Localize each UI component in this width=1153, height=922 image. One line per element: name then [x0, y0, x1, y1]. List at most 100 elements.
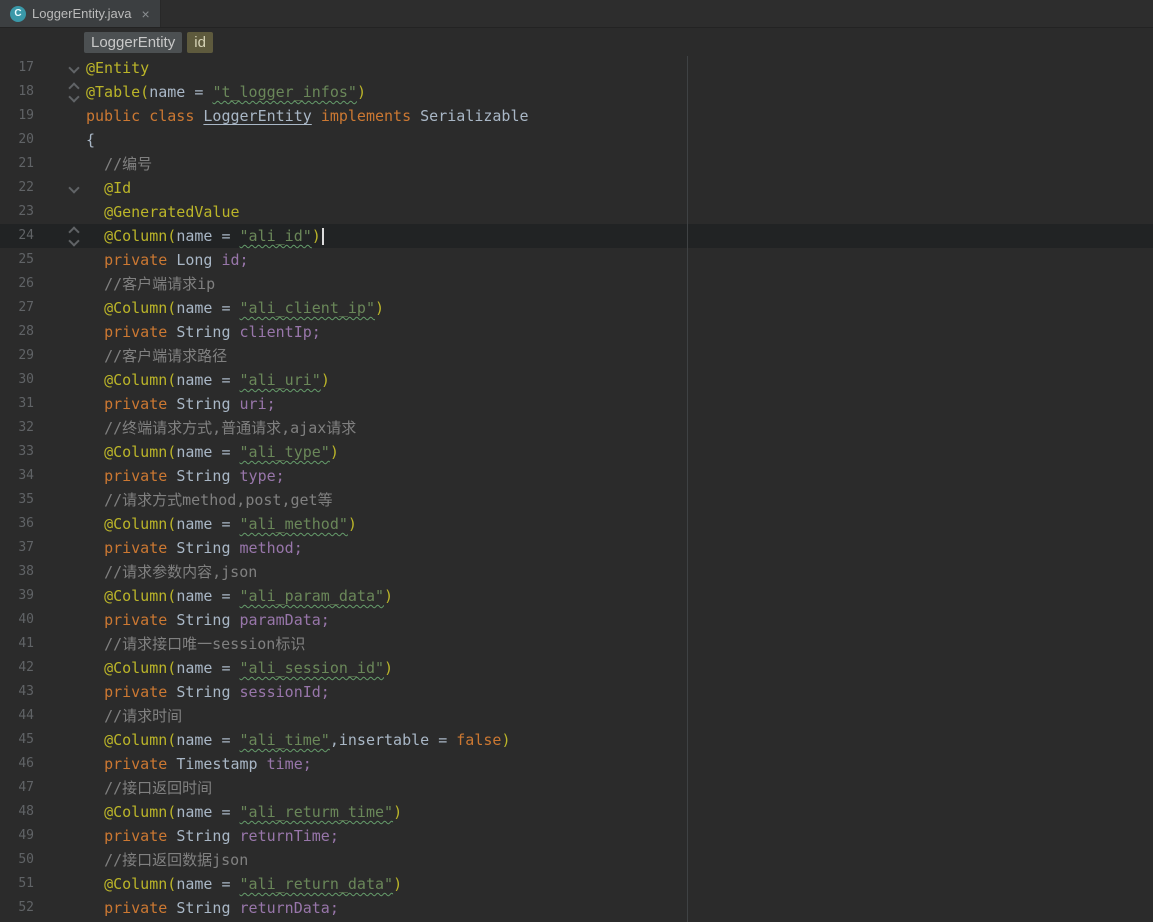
token-field: sessionId;	[239, 683, 330, 701]
fold-gutter	[34, 176, 86, 200]
code-line[interactable]: 45 @Column(name = "ali_time",insertable …	[0, 728, 1153, 752]
breadcrumb-member[interactable]: id	[187, 31, 213, 53]
tab-loggerentity-java[interactable]: C LoggerEntity.java ×	[0, 0, 161, 27]
code-line[interactable]: 35 //请求方式method,post,get等	[0, 488, 1153, 512]
code-line[interactable]: 32 //终端请求方式,普通请求,ajax请求	[0, 416, 1153, 440]
code-line[interactable]: 19 public class LoggerEntity implements S…	[0, 104, 1153, 128]
tab-close-icon[interactable]: ×	[142, 6, 150, 22]
line-number[interactable]: 23	[0, 200, 34, 224]
line-number[interactable]: 20	[0, 128, 34, 152]
line-number[interactable]: 27	[0, 296, 34, 320]
code-line[interactable]: 39 @Column(name = "ali_param_data")	[0, 584, 1153, 608]
code-line[interactable]: 42 @Column(name = "ali_session_id")	[0, 656, 1153, 680]
code-line[interactable]: 25 private Long id;	[0, 248, 1153, 272]
code-line[interactable]: 24 @Column(name = "ali_id")	[0, 224, 1153, 248]
code-line[interactable]: 18 @Table(name = "t_logger_infos")	[0, 80, 1153, 104]
line-number[interactable]: 44	[0, 704, 34, 728]
code-line[interactable]: 44 //请求时间	[0, 704, 1153, 728]
code-text: //接口返回时间	[86, 776, 212, 800]
line-number[interactable]: 41	[0, 632, 34, 656]
code-line[interactable]: 17 @Entity	[0, 56, 1153, 80]
code-text: private String sessionId;	[86, 680, 330, 704]
code-line[interactable]: 34 private String type;	[0, 464, 1153, 488]
code-line[interactable]: 27 @Column(name = "ali_client_ip")	[0, 296, 1153, 320]
line-number[interactable]: 47	[0, 776, 34, 800]
fold-range-icon[interactable]	[68, 81, 80, 103]
token-cmt: //请求参数内容,json	[104, 563, 258, 581]
code-line[interactable]: 37 private String method;	[0, 536, 1153, 560]
line-number[interactable]: 26	[0, 272, 34, 296]
line-number[interactable]: 37	[0, 536, 34, 560]
code-text: //终端请求方式,普通请求,ajax请求	[86, 416, 356, 440]
token-ann: )	[375, 299, 385, 317]
line-number[interactable]: 36	[0, 512, 34, 536]
code-line[interactable]: 38 //请求参数内容,json	[0, 560, 1153, 584]
line-number[interactable]: 30	[0, 368, 34, 392]
line-number[interactable]: 46	[0, 752, 34, 776]
line-number[interactable]: 31	[0, 392, 34, 416]
line-number[interactable]: 34	[0, 464, 34, 488]
fold-gutter	[34, 824, 86, 848]
code-line[interactable]: 26 //客户端请求ip	[0, 272, 1153, 296]
code-line[interactable]: 50 //接口返回数据json	[0, 848, 1153, 872]
line-number[interactable]: 49	[0, 824, 34, 848]
line-number[interactable]: 52	[0, 896, 34, 920]
code-line[interactable]: 28 private String clientIp;	[0, 320, 1153, 344]
line-number[interactable]: 43	[0, 680, 34, 704]
code-line[interactable]: 30 @Column(name = "ali_uri")	[0, 368, 1153, 392]
line-number[interactable]: 33	[0, 440, 34, 464]
code-line[interactable]: 23 @GeneratedValue	[0, 200, 1153, 224]
fold-range-icon[interactable]	[68, 225, 80, 247]
line-number[interactable]: 48	[0, 800, 34, 824]
line-number[interactable]: 50	[0, 848, 34, 872]
code-line[interactable]: 51 @Column(name = "ali_return_data")	[0, 872, 1153, 896]
code-line[interactable]: 52 private String returnData;	[0, 896, 1153, 920]
code-area[interactable]: 17 @Entity 18 @Table(name = "t_logger_infos…	[0, 56, 1153, 920]
fold-gutter	[34, 728, 86, 752]
line-number[interactable]: 21	[0, 152, 34, 176]
line-number[interactable]: 39	[0, 584, 34, 608]
fold-gutter	[34, 896, 86, 920]
line-number[interactable]: 32	[0, 416, 34, 440]
line-number[interactable]: 35	[0, 488, 34, 512]
code-line[interactable]: 43 private String sessionId;	[0, 680, 1153, 704]
line-number[interactable]: 18	[0, 80, 34, 104]
code-line[interactable]: 21 //编号	[0, 152, 1153, 176]
code-line[interactable]: 48 @Column(name = "ali_returm_time")	[0, 800, 1153, 824]
code-line[interactable]: 22 @Id	[0, 176, 1153, 200]
fold-gutter	[34, 608, 86, 632]
code-line[interactable]: 33 @Column(name = "ali_type")	[0, 440, 1153, 464]
fold-gutter	[34, 872, 86, 896]
token-ann: )	[384, 587, 394, 605]
code-editor[interactable]: 17 @Entity 18 @Table(name = "t_logger_infos…	[0, 56, 1153, 922]
breadcrumb-class[interactable]: LoggerEntity	[84, 31, 183, 53]
line-number[interactable]: 38	[0, 560, 34, 584]
token-kw: private	[104, 755, 177, 773]
line-number[interactable]: 25	[0, 248, 34, 272]
line-number[interactable]: 45	[0, 728, 34, 752]
line-number[interactable]: 51	[0, 872, 34, 896]
line-number[interactable]: 28	[0, 320, 34, 344]
fold-gutter	[34, 368, 86, 392]
line-number[interactable]: 19	[0, 104, 34, 128]
code-line[interactable]: 31 private String uri;	[0, 392, 1153, 416]
line-number[interactable]: 24	[0, 224, 34, 248]
code-line[interactable]: 49 private String returnTime;	[0, 824, 1153, 848]
code-line[interactable]: 40 private String paramData;	[0, 608, 1153, 632]
token-plain: String	[176, 467, 240, 485]
code-line[interactable]: 29 //客户端请求路径	[0, 344, 1153, 368]
line-number[interactable]: 40	[0, 608, 34, 632]
fold-expand-icon[interactable]	[68, 62, 80, 74]
line-number[interactable]: 17	[0, 56, 34, 80]
token-str: "ali_client_ip"	[239, 299, 375, 317]
line-number[interactable]: 29	[0, 344, 34, 368]
fold-expand-icon[interactable]	[68, 182, 80, 194]
code-line[interactable]: 20 {	[0, 128, 1153, 152]
token-cmt: //请求时间	[104, 707, 183, 725]
line-number[interactable]: 42	[0, 656, 34, 680]
code-line[interactable]: 46 private Timestamp time;	[0, 752, 1153, 776]
code-line[interactable]: 47 //接口返回时间	[0, 776, 1153, 800]
line-number[interactable]: 22	[0, 176, 34, 200]
code-line[interactable]: 41 //请求接口唯一session标识	[0, 632, 1153, 656]
code-line[interactable]: 36 @Column(name = "ali_method")	[0, 512, 1153, 536]
